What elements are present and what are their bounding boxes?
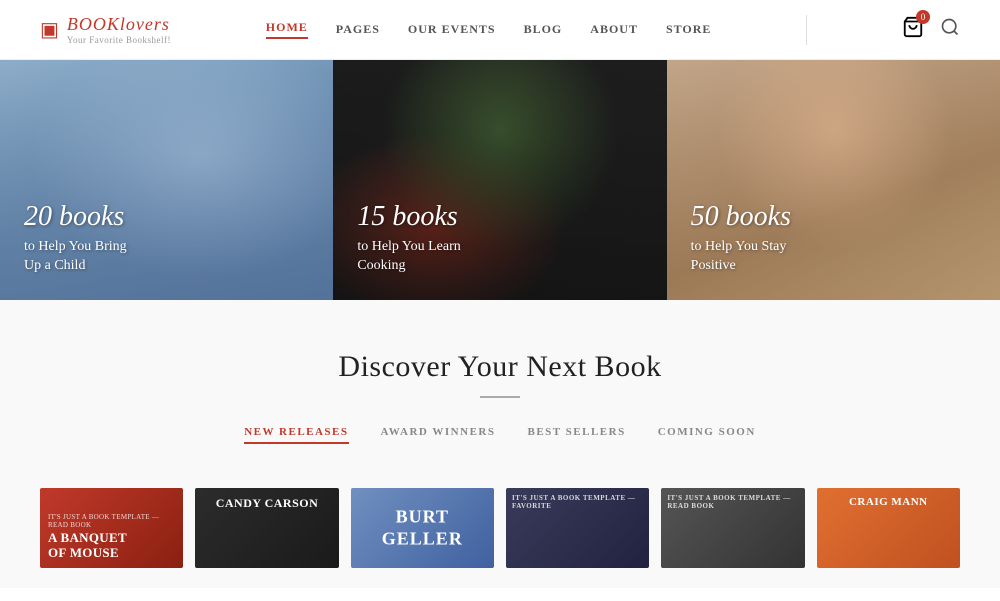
hero-count-left: 20 books [24,201,127,233]
book-card-2[interactable]: CANDY CARSON [195,488,338,568]
logo-text: BOOKlovers Your Favorite Bookshelf! [67,14,171,45]
tab-coming-soon[interactable]: COMING SOON [658,426,756,444]
logo[interactable]: ▣ BOOKlovers Your Favorite Bookshelf! [40,14,171,45]
tab-new-releases[interactable]: NEW RELEASES [244,426,348,444]
tab-best-sellers[interactable]: BEST SELLERS [527,426,625,444]
nav-item-about[interactable]: ABOUT [590,22,638,37]
book-card-4[interactable]: IT'S JUST A BOOK TEMPLATE — FAVORITE [506,488,649,568]
header-icons: 0 [902,16,960,43]
nav-item-pages[interactable]: PAGES [336,22,380,37]
book-card-6[interactable]: CRAIG MANN [817,488,960,568]
nav-item-home[interactable]: HOME [266,20,308,39]
hero-desc-right: to Help You StayPositive [691,237,791,276]
hero-section: 20 books to Help You BringUp a Child 15 … [0,60,1000,300]
hero-desc-center: to Help You LearnCooking [357,237,460,276]
book-label-5: IT'S JUST A BOOK TEMPLATE — READ BOOK [667,494,798,511]
discover-title: Discover Your Next Book [40,350,960,384]
discover-section: Discover Your Next Book NEW RELEASES AWA… [0,300,1000,488]
hero-count-center: 15 books [357,201,460,233]
hero-content-left: 20 books to Help You BringUp a Child [24,201,127,276]
nav-item-store[interactable]: STORE [666,22,711,37]
book-label-2: CANDY CARSON [203,496,330,510]
logo-bookmark-icon: ▣ [40,17,59,42]
search-icon [940,17,960,37]
books-row: IT'S JUST A BOOK TEMPLATE — READ BOOK A … [0,488,1000,588]
book-label-3: BURTGELLER [351,506,494,549]
nav-item-blog[interactable]: BLOG [524,22,563,37]
book-tabs: NEW RELEASES AWARD WINNERS BEST SELLERS … [40,426,960,444]
hero-content-right: 50 books to Help You StayPositive [691,201,791,276]
cart-badge: 0 [916,10,930,24]
main-nav: HOME PAGES OUR EVENTS BLOG ABOUT STORE [266,20,712,39]
discover-divider [480,396,520,398]
hero-panel-center[interactable]: 15 books to Help You LearnCooking [333,60,666,300]
hero-panel-right[interactable]: 50 books to Help You StayPositive [667,60,1000,300]
book-card-3[interactable]: BURTGELLER [351,488,494,568]
book-card-5[interactable]: IT'S JUST A BOOK TEMPLATE — READ BOOK [661,488,804,568]
header-divider [806,15,807,45]
hero-content-center: 15 books to Help You LearnCooking [357,201,460,276]
book-label-6: CRAIG MANN [825,496,952,509]
book-label-1: IT'S JUST A BOOK TEMPLATE — READ BOOK A … [48,513,175,560]
header: ▣ BOOKlovers Your Favorite Bookshelf! HO… [0,0,1000,60]
tab-award-winners[interactable]: AWARD WINNERS [381,426,496,444]
book-card-1[interactable]: IT'S JUST A BOOK TEMPLATE — READ BOOK A … [40,488,183,568]
cart-button[interactable]: 0 [902,16,924,43]
logo-tagline: Your Favorite Bookshelf! [67,35,171,45]
hero-desc-left: to Help You BringUp a Child [24,237,127,276]
hero-count-right: 50 books [691,201,791,233]
logo-name: BOOKlovers [67,14,171,35]
search-button[interactable] [940,17,960,42]
hero-panel-left[interactable]: 20 books to Help You BringUp a Child [0,60,333,300]
nav-item-events[interactable]: OUR EVENTS [408,22,496,37]
book-label-4: IT'S JUST A BOOK TEMPLATE — FAVORITE [512,494,643,511]
